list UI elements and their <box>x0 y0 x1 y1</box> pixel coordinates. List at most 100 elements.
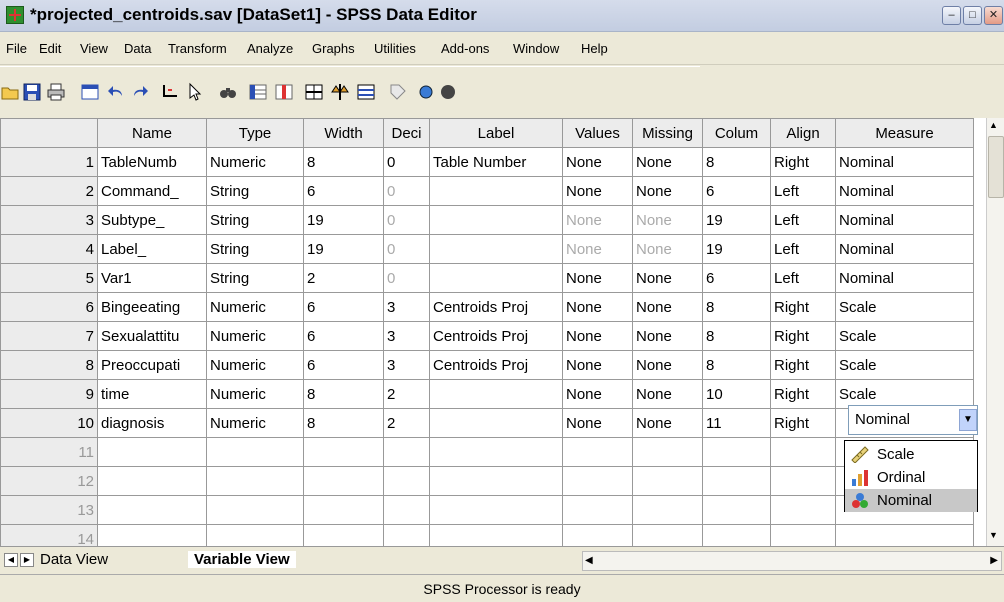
row-number[interactable]: 12 <box>0 466 98 496</box>
empty-cell[interactable] <box>303 524 384 546</box>
col-header-name[interactable]: Name <box>97 118 207 148</box>
empty-cell[interactable] <box>97 495 207 525</box>
cell-width[interactable]: 6 <box>303 321 384 351</box>
col-header-values[interactable]: Values <box>562 118 633 148</box>
empty-cell[interactable] <box>383 437 430 467</box>
empty-cell[interactable] <box>206 437 304 467</box>
cell-align[interactable]: Right <box>770 292 836 322</box>
cell-measure[interactable]: Scale <box>835 350 974 380</box>
cell-label[interactable]: Centroids Proj <box>429 292 563 322</box>
menu-analyze[interactable]: Analyze <box>247 41 293 56</box>
empty-cell[interactable] <box>206 466 304 496</box>
scroll-right-icon[interactable]: ▶ <box>990 555 998 566</box>
cell-label[interactable] <box>429 379 563 409</box>
tab-data-view[interactable]: Data View <box>40 551 108 568</box>
menu-view[interactable]: View <box>80 41 108 56</box>
print-icon[interactable] <box>46 82 66 102</box>
menu-add-ons[interactable]: Add-ons <box>441 41 489 56</box>
cell-values[interactable]: None <box>562 379 633 409</box>
cell-width[interactable]: 6 <box>303 176 384 206</box>
close-button[interactable]: ✕ <box>984 6 1003 25</box>
cell-type[interactable]: String <box>206 234 304 264</box>
cell-label[interactable]: Table Number <box>429 147 563 177</box>
minimize-button[interactable]: ‒ <box>942 6 961 25</box>
empty-cell[interactable] <box>835 524 974 546</box>
cell-name[interactable]: Preoccupati <box>97 350 207 380</box>
cell-align[interactable]: Right <box>770 147 836 177</box>
cell-missing[interactable]: None <box>632 176 703 206</box>
cell-columns[interactable]: 19 <box>702 205 771 235</box>
cell-columns[interactable]: 6 <box>702 176 771 206</box>
vertical-scroll-thumb[interactable] <box>988 136 1004 198</box>
vertical-scrollbar[interactable]: ▲ ▼ <box>986 118 1004 546</box>
cell-missing[interactable]: None <box>632 321 703 351</box>
empty-cell[interactable] <box>702 466 771 496</box>
cell-missing[interactable]: None <box>632 147 703 177</box>
cell-dec[interactable]: 3 <box>383 350 430 380</box>
redo-icon[interactable] <box>130 82 150 102</box>
scroll-down-icon[interactable]: ▼ <box>989 530 998 540</box>
chevron-down-icon[interactable]: ▼ <box>959 409 977 431</box>
cell-name[interactable]: TableNumb <box>97 147 207 177</box>
row-number[interactable]: 1 <box>0 147 98 177</box>
cell-measure[interactable]: Nominal <box>835 234 974 264</box>
insert-variable-icon[interactable] <box>274 82 294 102</box>
cell-type[interactable]: String <box>206 176 304 206</box>
cell-measure[interactable]: Nominal <box>835 205 974 235</box>
cell-columns[interactable]: 10 <box>702 379 771 409</box>
menu-window[interactable]: Window <box>513 41 559 56</box>
cell-align[interactable]: Left <box>770 205 836 235</box>
empty-cell[interactable] <box>383 466 430 496</box>
cell-name[interactable]: Subtype_ <box>97 205 207 235</box>
cell-missing[interactable]: None <box>632 292 703 322</box>
empty-cell[interactable] <box>303 437 384 467</box>
cell-type[interactable]: String <box>206 263 304 293</box>
cell-missing[interactable]: None <box>632 379 703 409</box>
empty-cell[interactable] <box>303 495 384 525</box>
empty-cell[interactable] <box>562 524 633 546</box>
menu-edit[interactable]: Edit <box>39 41 61 56</box>
cell-width[interactable]: 19 <box>303 234 384 264</box>
cell-dec[interactable]: 0 <box>383 234 430 264</box>
empty-cell[interactable] <box>97 437 207 467</box>
empty-cell[interactable] <box>770 524 836 546</box>
tab-next-icon[interactable]: ▶ <box>20 553 34 567</box>
cell-values[interactable]: None <box>562 176 633 206</box>
cell-dec[interactable]: 0 <box>383 263 430 293</box>
empty-cell[interactable] <box>206 495 304 525</box>
row-number[interactable]: 2 <box>0 176 98 206</box>
empty-cell[interactable] <box>206 524 304 546</box>
cell-columns[interactable]: 11 <box>702 408 771 438</box>
cell-label[interactable] <box>429 176 563 206</box>
row-number[interactable]: 7 <box>0 321 98 351</box>
cell-label[interactable]: Centroids Proj <box>429 321 563 351</box>
col-header-missing[interactable]: Missing <box>632 118 703 148</box>
empty-cell[interactable] <box>97 524 207 546</box>
measure-dropdown[interactable]: Nominal ▼ <box>848 405 978 435</box>
cell-name[interactable]: Command_ <box>97 176 207 206</box>
cell-name[interactable]: Sexualattitu <box>97 321 207 351</box>
empty-cell[interactable] <box>97 466 207 496</box>
empty-cell[interactable] <box>632 466 703 496</box>
col-header-type[interactable]: Type <box>206 118 304 148</box>
find-icon[interactable] <box>218 82 238 102</box>
insert-cases-icon[interactable] <box>248 82 268 102</box>
empty-cell[interactable] <box>770 495 836 525</box>
cell-name[interactable]: Bingeeating <box>97 292 207 322</box>
cell-name[interactable]: Label_ <box>97 234 207 264</box>
cell-measure[interactable]: Scale <box>835 292 974 322</box>
tab-prev-icon[interactable]: ◀ <box>4 553 18 567</box>
cell-type[interactable]: Numeric <box>206 147 304 177</box>
cell-dec[interactable]: 0 <box>383 176 430 206</box>
row-number[interactable]: 6 <box>0 292 98 322</box>
cell-width[interactable]: 8 <box>303 408 384 438</box>
empty-cell[interactable] <box>702 437 771 467</box>
open-icon[interactable] <box>0 82 20 102</box>
cell-type[interactable]: Numeric <box>206 408 304 438</box>
row-number[interactable]: 11 <box>0 437 98 467</box>
cell-values[interactable]: None <box>562 408 633 438</box>
undo-icon[interactable] <box>106 82 126 102</box>
cell-values[interactable]: None <box>562 321 633 351</box>
weight-cases-icon[interactable] <box>330 82 350 102</box>
row-number[interactable]: 8 <box>0 350 98 380</box>
